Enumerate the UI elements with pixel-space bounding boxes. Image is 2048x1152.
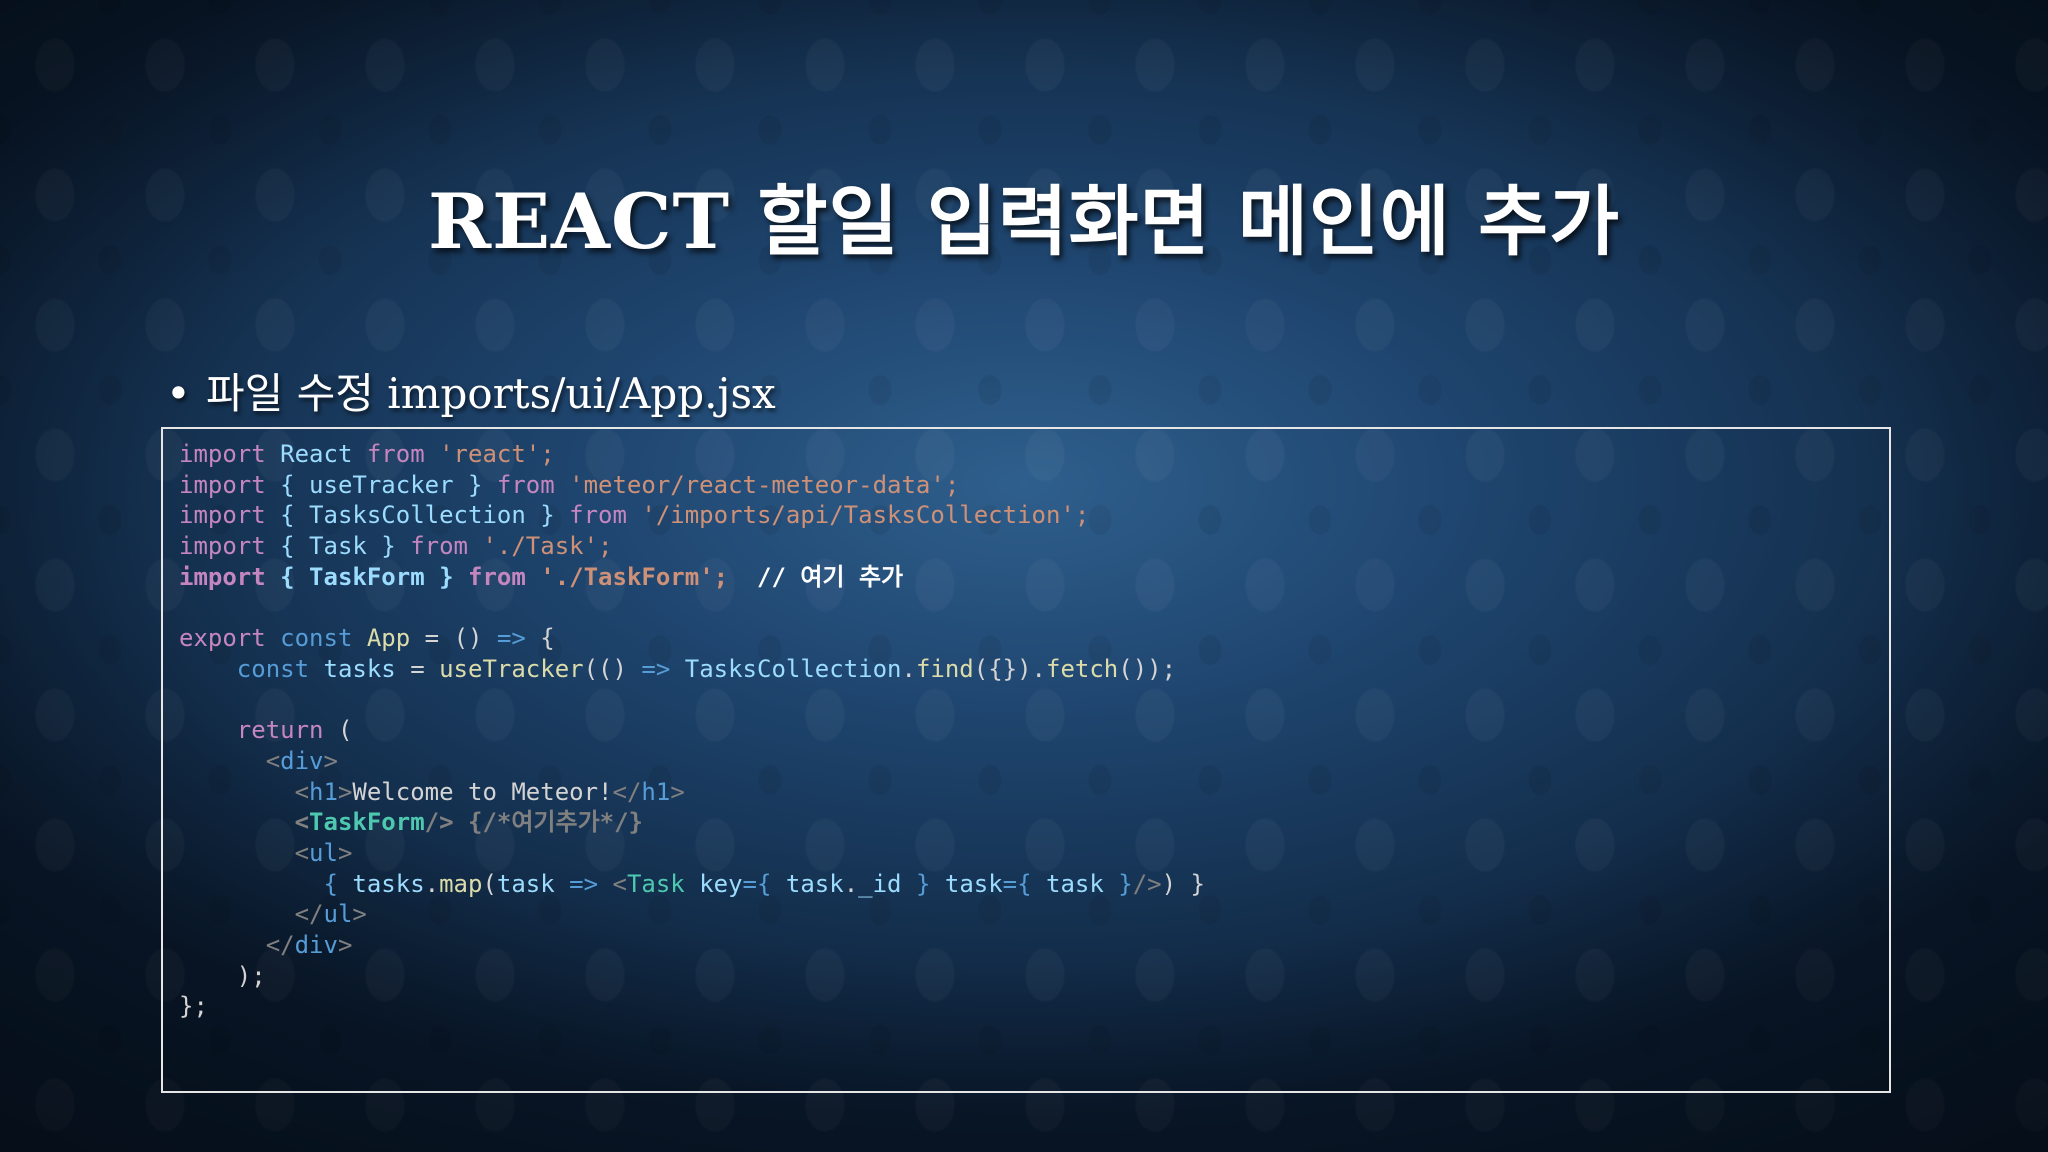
code-line-1: import React from 'react'; bbox=[179, 440, 555, 468]
bullet-marker: • bbox=[166, 369, 191, 418]
code-line-17: </div> bbox=[179, 931, 353, 959]
code-line-11: <div> bbox=[179, 746, 338, 775]
code-comment: // 여기 추가 bbox=[728, 562, 904, 591]
code-line-16: </ul> bbox=[179, 900, 367, 929]
code-text: import React from 'react'; import { useTr… bbox=[179, 439, 1205, 1022]
code-line-14: <ul> bbox=[179, 838, 353, 867]
code-line-5: import { TaskForm } from './TaskForm'; /… bbox=[179, 562, 904, 591]
bullet-text: 파일 수정 imports/ui/App.jsx bbox=[206, 369, 776, 418]
code-line-19: }; bbox=[179, 992, 208, 1021]
code-block: import React from 'react'; import { useTr… bbox=[161, 427, 1891, 1093]
code-line-8: const tasks = useTracker(() => TasksColl… bbox=[179, 654, 1177, 683]
slide-title: REACT 할일 입력화면 메인에 추가 bbox=[427, 177, 1621, 266]
code-line-15: { tasks.map(task => <Task key={ task._id… bbox=[179, 869, 1205, 898]
code-line-7: export const App = () => { bbox=[179, 624, 555, 653]
code-line-4: import { Task } from './Task'; bbox=[179, 532, 613, 561]
code-line-3: import { TasksCollection } from '/import… bbox=[179, 501, 1090, 530]
code-line-18: ); bbox=[179, 961, 266, 990]
code-line-13: <TaskForm/> {/*여기추가*/} bbox=[179, 808, 644, 837]
code-line-10: return ( bbox=[179, 716, 353, 745]
code-line-2: import { useTracker } from 'meteor/react… bbox=[179, 470, 960, 499]
bullet-item: • 파일 수정 imports/ui/App.jsx bbox=[166, 360, 776, 421]
code-line-12: <h1>Welcome to Meteor!</h1> bbox=[179, 777, 685, 806]
